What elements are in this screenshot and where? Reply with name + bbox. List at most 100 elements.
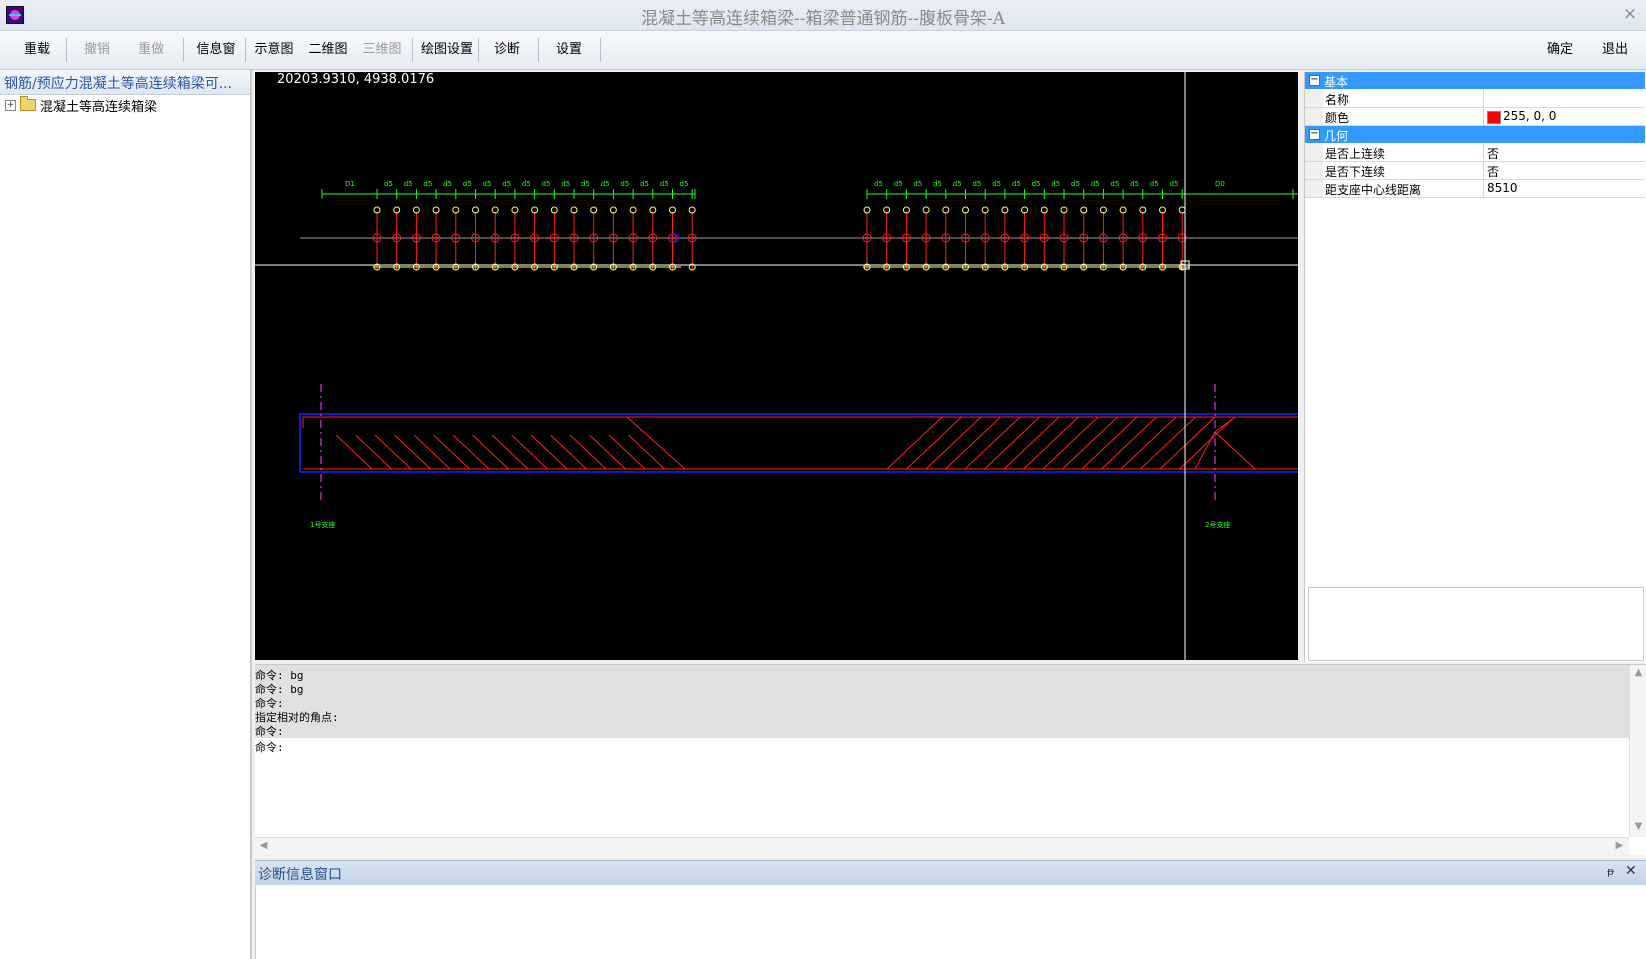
category-basic[interactable]: − 基本	[1305, 72, 1645, 89]
dimension-label: d5	[423, 180, 432, 188]
scroll-left-icon[interactable]: ◀	[255, 840, 272, 851]
redo-button[interactable]: 重做	[132, 39, 170, 61]
reload-button[interactable]: 重载	[18, 39, 56, 61]
property-key: 是否下连续	[1325, 165, 1386, 179]
tree-header-label: 钢筋/预应力混凝土等高连续箱梁可...	[4, 76, 233, 92]
property-key: 名称	[1325, 93, 1350, 107]
toolbar-separator	[245, 38, 246, 62]
dimension-label: d5	[933, 180, 942, 188]
dimension-label: D1	[345, 180, 355, 188]
close-icon[interactable]: ✕	[1625, 863, 1637, 879]
property-value[interactable]: 8510	[1487, 181, 1518, 195]
property-row-support-distance[interactable]: 距支座中心线距离 8510	[1305, 180, 1645, 198]
property-row-bottom-continuous[interactable]: 是否下连续 否	[1305, 162, 1645, 180]
property-row-name[interactable]: 名称	[1305, 90, 1645, 108]
diagnostics-header: 诊断信息窗口 ᵽ ✕	[255, 860, 1646, 885]
diagnostics-title: 诊断信息窗口	[258, 867, 342, 883]
dimension-label: d5	[542, 180, 551, 188]
color-swatch[interactable]	[1487, 111, 1501, 124]
info-window-button[interactable]: 信息窗	[194, 39, 238, 61]
diagnose-button[interactable]: 诊断	[488, 39, 526, 61]
schematic-button[interactable]: 示意图	[252, 39, 296, 61]
category-basic-label: 基本	[1324, 75, 1349, 89]
hatch-line	[1214, 431, 1256, 470]
toolbar-separator	[600, 38, 601, 62]
dimension-label: d5	[620, 180, 629, 188]
command-line: 命令:	[255, 725, 284, 738]
crosshair-cursor	[255, 72, 1298, 660]
dimension-label: d5	[894, 180, 903, 188]
close-window-button[interactable]: ×	[1620, 4, 1640, 24]
dimension-label: d5	[502, 180, 511, 188]
dimension-label: d5	[1110, 180, 1119, 188]
hatch-line	[1194, 431, 1216, 470]
undo-button[interactable]: 撤销	[78, 39, 116, 61]
property-key: 颜色	[1325, 111, 1350, 125]
view-3d-button[interactable]: 三维图	[360, 39, 404, 61]
scroll-up-icon[interactable]: ▲	[1630, 667, 1646, 678]
property-row-color[interactable]: 颜色 255, 0, 0	[1305, 108, 1645, 126]
ok-button[interactable]: 确定	[1541, 39, 1579, 61]
toolbar-separator	[412, 38, 413, 62]
command-window[interactable]: 命令: bg 命令: bg 命令: 指定相对的角点: 命令: 命令: ▲ ▼ ◀…	[255, 664, 1646, 855]
diagnostics-body	[255, 885, 1646, 959]
view-2d-button[interactable]: 二维图	[306, 39, 350, 61]
dimension-label: d5	[1012, 180, 1021, 188]
property-key: 是否上连续	[1325, 147, 1386, 161]
toolbar-separator	[538, 38, 539, 62]
vertical-scrollbar[interactable]: ▲ ▼	[1629, 665, 1646, 837]
horizontal-scrollbar[interactable]: ◀ ▶	[255, 837, 1629, 855]
exit-button[interactable]: 退出	[1596, 39, 1634, 61]
rebar-layout	[300, 206, 1298, 271]
dimension-label: d5	[1150, 180, 1159, 188]
drawing-canvas[interactable]: 20203.9310, 4938.0176 D1 d5 d5 d5 d5 d5 d5 d5 d5…	[255, 72, 1298, 660]
support-label-1: 1号支座	[310, 520, 335, 529]
draw-settings-button[interactable]: 绘图设置	[418, 39, 476, 61]
collapse-icon[interactable]: −	[1309, 75, 1320, 86]
command-history	[255, 665, 1629, 738]
dimension-label: d5	[581, 180, 590, 188]
property-grid: − 基本 名称 颜色 255, 0, 0 − 几何 是否上连续 否 是否下连续 …	[1304, 72, 1646, 662]
property-value[interactable]: 否	[1487, 145, 1499, 162]
dimension-label: d5	[463, 180, 472, 188]
dimension-label: d5	[973, 180, 982, 188]
dimension-label: d5	[443, 180, 452, 188]
dimension-label: d5	[483, 180, 492, 188]
support-label-2: 2号支座	[1205, 520, 1230, 529]
dimension-label: d5	[1071, 180, 1080, 188]
property-key: 距支座中心线距离	[1325, 183, 1422, 197]
pin-icon[interactable]: ᵽ	[1607, 865, 1614, 878]
tree-expand-icon[interactable]: +	[5, 100, 16, 111]
property-value[interactable]: 否	[1487, 163, 1499, 180]
dimension-label: d5	[640, 180, 649, 188]
cad-drawing: D1 d5 d5 d5 d5 d5 d5 d5 d5 d5 d5 d5 d5 d5 d5 d5 d5 d5 d5 d5…	[255, 72, 1298, 660]
dimension-label: d5	[1130, 180, 1139, 188]
dimension-label: d5	[874, 180, 883, 188]
category-geometry[interactable]: − 几何	[1305, 126, 1645, 143]
hatch-left	[335, 435, 665, 470]
dimension-lines: D1 d5 d5 d5 d5 d5 d5 d5 d5 d5 d5 d5 d5 d5 d5 d5 d5 d5 d5 d5…	[321, 180, 1298, 199]
folder-icon	[20, 96, 36, 111]
title-bar: 混凝土等高连续箱梁--箱梁普通钢筋--腹板骨架-A ×	[0, 0, 1646, 31]
dimension-label: d5	[1032, 180, 1041, 188]
property-row-top-continuous[interactable]: 是否上连续 否	[1305, 144, 1645, 162]
scroll-down-icon[interactable]: ▼	[1630, 821, 1646, 832]
tree-node-root[interactable]: 混凝土等高连续箱梁	[40, 96, 157, 115]
command-input[interactable]: 命令:	[255, 739, 284, 755]
dimension-label: d5	[953, 180, 962, 188]
category-geometry-label: 几何	[1324, 129, 1349, 143]
dimension-label: d5	[1091, 180, 1100, 188]
property-value[interactable]: 255, 0, 0	[1503, 109, 1556, 123]
dimension-label: d5	[601, 180, 610, 188]
dimension-label: d5	[660, 180, 669, 188]
collapse-icon[interactable]: −	[1309, 129, 1320, 140]
toolbar-separator	[66, 38, 67, 62]
dimension-label: d5	[384, 180, 393, 188]
toolbar-separator	[478, 38, 479, 62]
hatch-line	[1214, 416, 1236, 433]
window-title: 混凝土等高连续箱梁--箱梁普通钢筋--腹板骨架-A	[641, 9, 1005, 29]
scroll-right-icon[interactable]: ▶	[1611, 840, 1628, 851]
dimension-label: d5	[1051, 180, 1060, 188]
tree-header: 钢筋/预应力混凝土等高连续箱梁可...	[0, 70, 250, 95]
settings-button[interactable]: 设置	[550, 39, 588, 61]
